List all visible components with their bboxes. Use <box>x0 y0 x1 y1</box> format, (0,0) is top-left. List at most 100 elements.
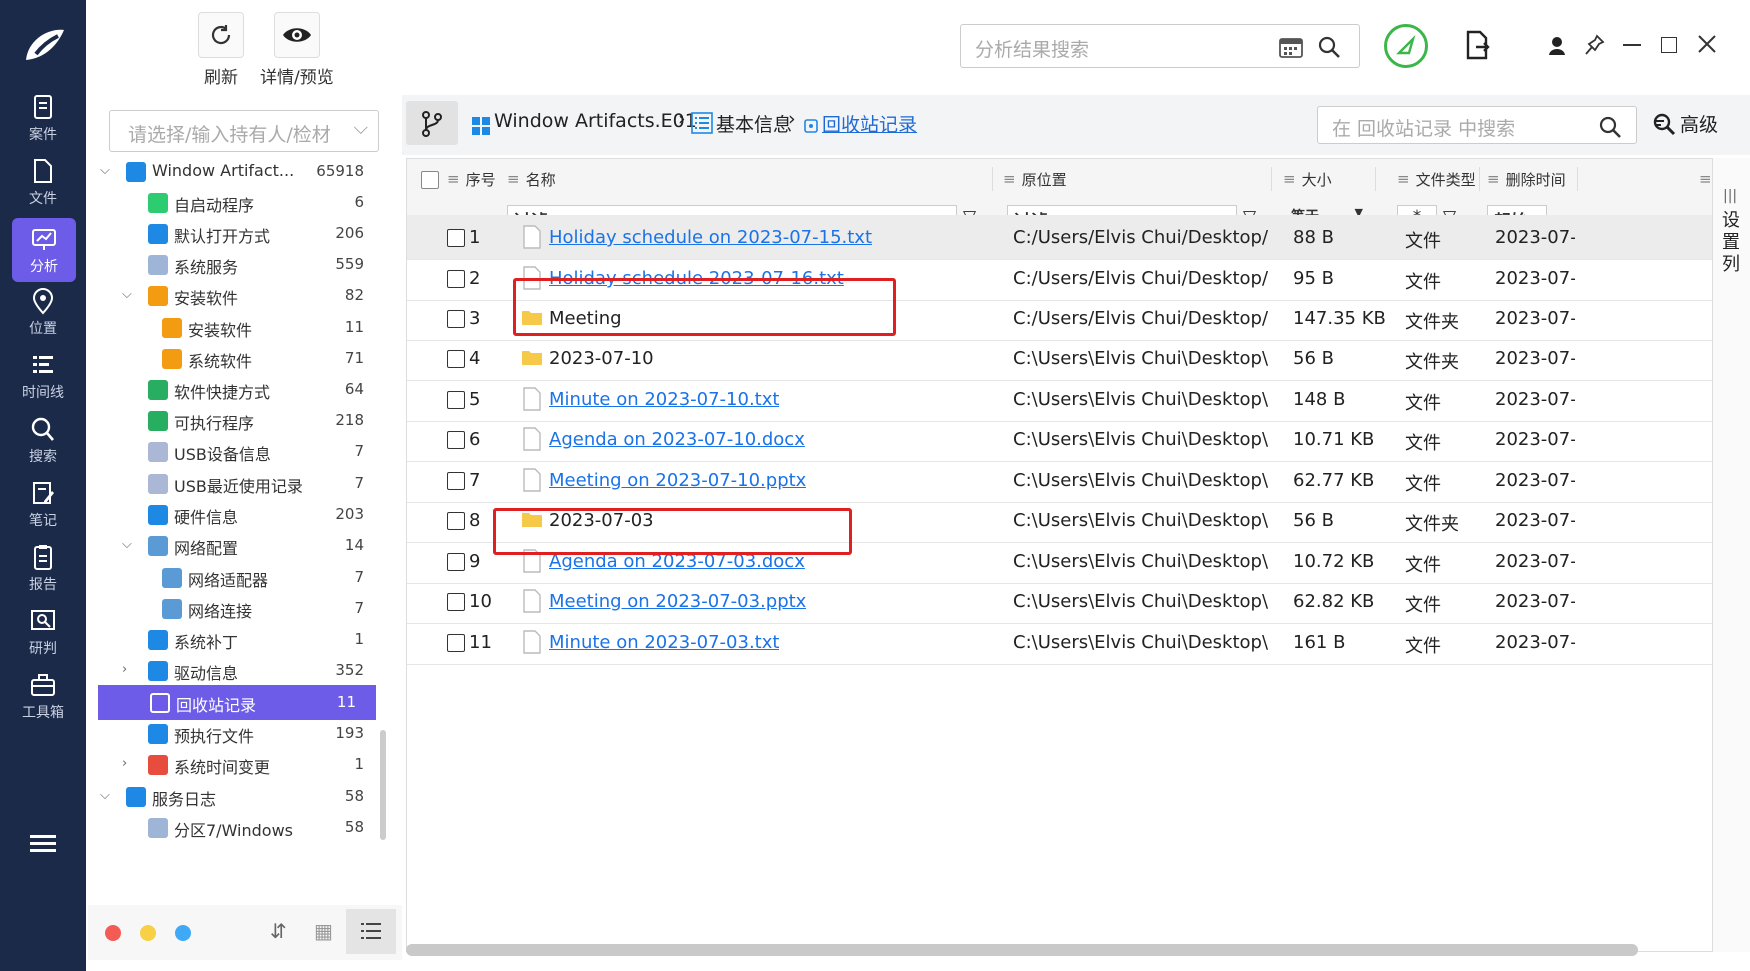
tree-node[interactable]: 硬件信息 203 <box>96 497 384 532</box>
tree-node[interactable]: 默认打开方式 206 <box>96 216 384 251</box>
nav-item-toolbox[interactable]: 工具箱 <box>0 664 86 728</box>
row-checkbox[interactable] <box>447 270 465 288</box>
tree-node[interactable]: USB设备信息 7 <box>96 434 384 469</box>
row-checkbox[interactable] <box>447 391 465 409</box>
tree-scrollbar[interactable] <box>380 730 386 840</box>
row-name[interactable]: Meeting on 2023-07-10.pptx <box>549 470 806 491</box>
row-name[interactable]: Meeting on 2023-07-03.pptx <box>549 591 806 612</box>
column-header-origin[interactable]: ≡ 原位置 <box>1003 159 1067 199</box>
row-checkbox[interactable] <box>447 472 465 490</box>
nav-item-analysis[interactable]: 分析 <box>12 218 76 282</box>
select-all-checkbox[interactable] <box>421 171 439 189</box>
yellow-dot-icon[interactable] <box>140 925 156 941</box>
close-icon[interactable] <box>1697 34 1717 58</box>
breadcrumb-root[interactable]: Window Artifacts.E01 <box>494 110 697 132</box>
row-checkbox[interactable] <box>447 229 465 247</box>
table-row[interactable]: 1 Holiday schedule on 2023-07-15.txt C:/Us… <box>407 215 1713 260</box>
column-header-seq[interactable]: ≡ 序号 <box>447 159 496 199</box>
nav-item-judge[interactable]: 研判 <box>0 600 86 664</box>
grid-view-icon[interactable]: ▦ <box>314 919 333 943</box>
collapse-all-icon[interactable]: ⇵ <box>270 919 287 943</box>
red-dot-icon[interactable] <box>105 925 121 941</box>
chevron-down-icon[interactable]: ⌵ <box>100 788 110 803</box>
column-divider[interactable] <box>1577 167 1578 191</box>
branch-button[interactable] <box>406 101 458 145</box>
chevron-down-icon[interactable]: ⌵ <box>100 163 110 178</box>
owner-select[interactable]: 请选择/输入持有人/检材 ⌵ <box>109 110 379 152</box>
tree-node[interactable]: › 系统时间变更 1 <box>96 747 384 782</box>
blue-dot-icon[interactable] <box>175 925 191 941</box>
search-icon[interactable] <box>1598 115 1622 139</box>
row-checkbox[interactable] <box>447 310 465 328</box>
user-icon[interactable] <box>1548 36 1566 60</box>
nav-item-file[interactable]: 文件 <box>0 150 86 214</box>
table-search-input[interactable]: 在 回收站记录 中搜索 <box>1317 106 1637 144</box>
tree-node[interactable]: 预执行文件 193 <box>96 716 384 751</box>
column-header-deleted[interactable]: ≡ 删除时间 <box>1487 159 1566 199</box>
pin-icon[interactable] <box>1585 34 1605 60</box>
tree-node[interactable]: ⌵ 服务日志 58 <box>96 779 384 814</box>
row-name[interactable]: Holiday schedule on 2023-07-15.txt <box>549 227 872 248</box>
column-header-name[interactable]: ≡ 名称 <box>507 159 556 199</box>
calendar-icon[interactable] <box>1279 36 1303 58</box>
row-name[interactable]: Agenda on 2023-07-10.docx <box>549 429 805 450</box>
row-name[interactable]: Minute on 2023-07-03.txt <box>549 632 779 653</box>
column-divider[interactable] <box>992 167 993 191</box>
row-checkbox[interactable] <box>447 350 465 368</box>
nav-item-timeline[interactable]: 时间线 <box>0 344 86 408</box>
table-row[interactable]: 6 Agenda on 2023-07-10.docx C:\Users\Elvis… <box>407 417 1713 462</box>
tree-node[interactable]: USB最近使用记录 7 <box>96 466 384 501</box>
advanced-button[interactable]: 高级 <box>1652 110 1718 137</box>
nav-item-location[interactable]: 位置 <box>0 280 86 344</box>
hamburger-icon[interactable] <box>30 832 56 854</box>
nav-item-case[interactable]: 案件 <box>0 86 86 150</box>
tree-node[interactable]: 网络适配器 7 <box>96 560 384 595</box>
tree-node[interactable]: 自启动程序 6 <box>96 185 384 220</box>
row-checkbox[interactable] <box>447 512 465 530</box>
table-row[interactable]: 4 2023-07-10 C:\Users\Elvis Chui\Desktop\M… <box>407 336 1713 381</box>
column-divider[interactable] <box>1271 167 1272 191</box>
table-row[interactable]: 7 Meeting on 2023-07-10.pptx C:\Users\Elvi… <box>407 458 1713 503</box>
global-search-input[interactable]: 分析结果搜索 <box>960 24 1360 68</box>
column-divider[interactable] <box>1375 167 1376 191</box>
tree-node[interactable]: ⌵ 安装软件 82 <box>96 278 384 313</box>
tree-node[interactable]: 软件快捷方式 64 <box>96 372 384 407</box>
tree-node[interactable]: 回收站记录 11 <box>98 685 376 720</box>
breadcrumb-basic[interactable]: 基本信息 <box>716 110 792 137</box>
chevron-right-icon[interactable]: › <box>122 756 127 771</box>
maximize-icon[interactable] <box>1661 37 1677 53</box>
column-divider[interactable] <box>1479 167 1480 191</box>
tree-node[interactable]: ⌵ Window Artifact... 65918 <box>96 154 384 189</box>
table-row[interactable]: 11 Minute on 2023-07-03.txt C:\Users\Elvis… <box>407 620 1713 665</box>
chevron-down-icon[interactable]: ⌵ <box>122 537 132 552</box>
row-checkbox[interactable] <box>447 553 465 571</box>
tree-node[interactable]: 系统软件 71 <box>96 341 384 376</box>
tree-node[interactable]: › 驱动信息 352 <box>96 653 384 688</box>
table-row[interactable]: 10 Meeting on 2023-07-03.pptx C:\Users\Elv… <box>407 579 1713 624</box>
nav-item-report[interactable]: 报告 <box>0 536 86 600</box>
tree-node[interactable]: 系统服务 559 <box>96 247 384 282</box>
tree-node[interactable]: 可执行程序 218 <box>96 403 384 438</box>
minimize-icon[interactable] <box>1623 44 1641 46</box>
breadcrumb-current[interactable]: 回收站记录 <box>822 110 917 137</box>
export-icon[interactable] <box>1464 30 1490 66</box>
column-header-size[interactable]: ≡ 大小 <box>1283 159 1332 199</box>
detail-preview-button[interactable]: 详情/预览 <box>260 12 334 88</box>
table-row[interactable]: 5 Minute on 2023-07-10.txt C:\Users\Elvis … <box>407 377 1713 422</box>
shield-status-icon[interactable] <box>1384 24 1428 68</box>
chevron-right-icon[interactable]: › <box>122 662 127 677</box>
settings-column-tab[interactable]: ||| 设置列 <box>1712 158 1750 952</box>
row-checkbox[interactable] <box>447 634 465 652</box>
row-checkbox[interactable] <box>447 593 465 611</box>
column-header-type[interactable]: ≡ 文件类型 <box>1397 159 1476 199</box>
row-name[interactable]: Minute on 2023-07-10.txt <box>549 389 779 410</box>
list-view-button[interactable] <box>346 909 396 954</box>
chevron-down-icon[interactable]: ⌵ <box>122 287 132 302</box>
tree-node[interactable]: 网络连接 7 <box>96 591 384 626</box>
horizontal-scrollbar[interactable] <box>406 944 1638 956</box>
tree-node[interactable]: 分区7/Windows 58 <box>96 810 384 845</box>
row-checkbox[interactable] <box>447 431 465 449</box>
tree-node[interactable]: 安装软件 11 <box>96 310 384 345</box>
search-icon[interactable] <box>1317 35 1341 59</box>
tree-node[interactable]: ⌵ 网络配置 14 <box>96 528 384 563</box>
